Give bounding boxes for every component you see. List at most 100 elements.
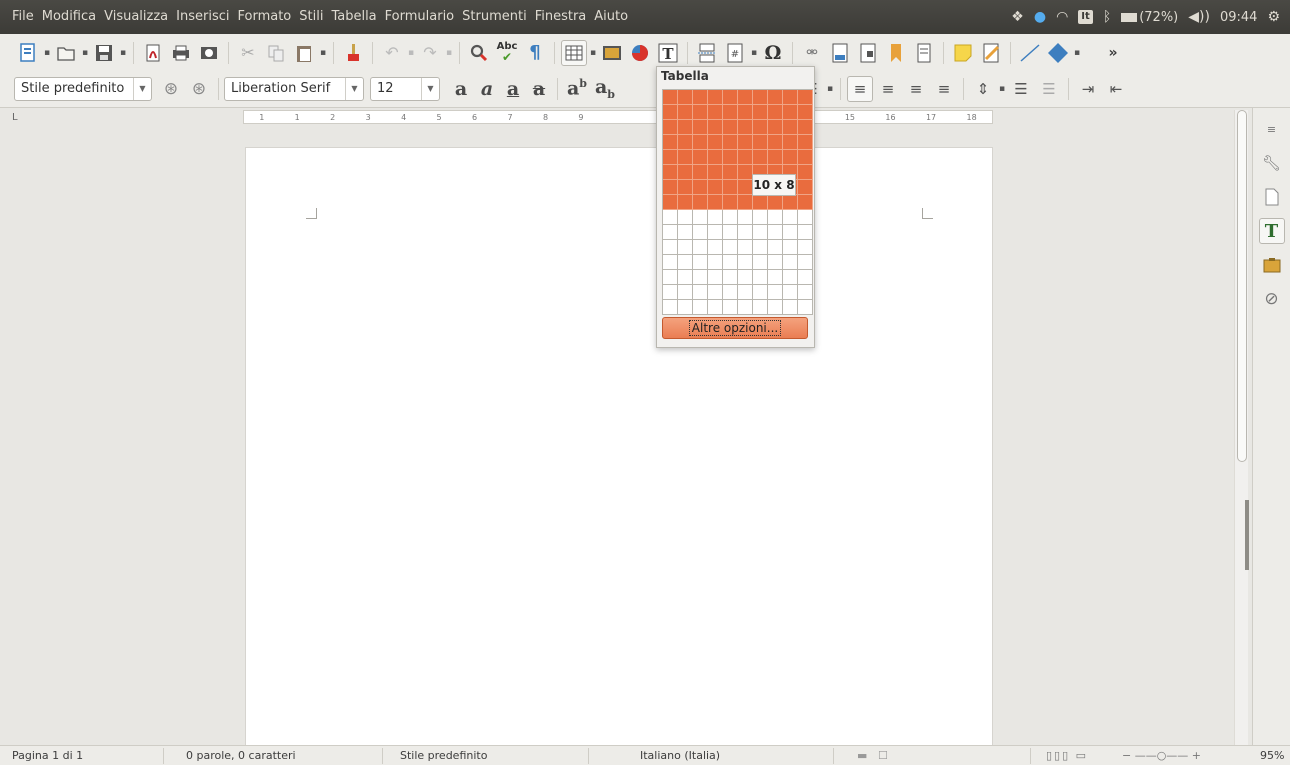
table-grid-cell[interactable]: [798, 210, 813, 225]
table-grid-cell[interactable]: [723, 300, 738, 315]
line-spacing-button[interactable]: ⇕: [970, 76, 996, 102]
table-grid-cell[interactable]: [663, 120, 678, 135]
align-left-button[interactable]: ≡: [847, 75, 873, 102]
document-page[interactable]: [245, 147, 993, 747]
table-grid-cell[interactable]: [663, 135, 678, 150]
vertical-scrollbar[interactable]: [1234, 110, 1249, 745]
table-grid-cell[interactable]: [783, 270, 798, 285]
table-grid-cell[interactable]: [798, 165, 813, 180]
table-grid-cell[interactable]: [798, 180, 813, 195]
table-grid-cell[interactable]: [783, 120, 798, 135]
battery-indicator[interactable]: (72%): [1121, 10, 1178, 25]
scrollbar-thumb[interactable]: [1237, 110, 1247, 462]
spelling-button[interactable]: Abc ✔: [494, 40, 520, 66]
table-grid-cell[interactable]: [723, 255, 738, 270]
table-grid-cell[interactable]: [723, 270, 738, 285]
table-grid-cell[interactable]: [753, 210, 768, 225]
table-grid-cell[interactable]: [768, 255, 783, 270]
chevron-down-icon[interactable]: ▪: [825, 84, 835, 94]
table-grid-cell[interactable]: [768, 270, 783, 285]
table-grid-cell[interactable]: [678, 120, 693, 135]
sidebar-splitter[interactable]: [1245, 500, 1249, 570]
table-grid-cell[interactable]: [753, 300, 768, 315]
endnote-button[interactable]: [855, 40, 881, 66]
comment-button[interactable]: [950, 40, 976, 66]
menu-formulario[interactable]: Formulario: [381, 0, 458, 34]
table-grid-cell[interactable]: [768, 120, 783, 135]
menu-formato[interactable]: Formato: [234, 0, 296, 34]
table-grid-cell[interactable]: [708, 285, 723, 300]
page-count[interactable]: Pagina 1 di 1: [12, 749, 83, 762]
table-grid-cell[interactable]: [693, 135, 708, 150]
table-grid-cell[interactable]: [783, 210, 798, 225]
table-grid-cell[interactable]: [693, 105, 708, 120]
redo-button[interactable]: ↷: [417, 40, 443, 66]
cross-reference-button[interactable]: [911, 40, 937, 66]
menu-modifica[interactable]: Modifica: [38, 0, 100, 34]
table-grid-cell[interactable]: [738, 195, 753, 210]
table-grid-cell[interactable]: [753, 255, 768, 270]
table-grid-cell[interactable]: [798, 105, 813, 120]
table-grid-cell[interactable]: [723, 225, 738, 240]
insert-mode-icon[interactable]: ▬: [857, 749, 867, 762]
table-grid-cell[interactable]: [723, 285, 738, 300]
table-grid-cell[interactable]: [768, 135, 783, 150]
font-size-combo[interactable]: 12 ▼: [370, 76, 440, 101]
horizontal-ruler[interactable]: 1 1 2 3 4 5 6 7 8 9 14 15 16 17 18: [243, 110, 993, 124]
table-grid-cell[interactable]: [663, 210, 678, 225]
table-grid-cell[interactable]: [783, 225, 798, 240]
table-grid-cell[interactable]: [738, 120, 753, 135]
table-grid-cell[interactable]: [783, 240, 798, 255]
table-grid-cell[interactable]: [693, 285, 708, 300]
table-grid-cell[interactable]: [708, 225, 723, 240]
table-grid-cell[interactable]: [783, 300, 798, 315]
sidebar-navigator-button[interactable]: ⊘: [1259, 286, 1285, 312]
new-document-button[interactable]: [15, 40, 41, 66]
menu-visualizza[interactable]: Visualizza: [100, 0, 172, 34]
clone-formatting-button[interactable]: [340, 40, 366, 66]
find-replace-button[interactable]: [466, 40, 492, 66]
word-count[interactable]: 0 parole, 0 caratteri: [186, 749, 296, 762]
table-grid-cell[interactable]: [723, 90, 738, 105]
chevron-down-icon[interactable]: ▪: [1072, 48, 1082, 58]
menu-tabella[interactable]: Tabella: [327, 0, 380, 34]
menu-inserisci[interactable]: Inserisci: [172, 0, 233, 34]
sidebar-gallery-button[interactable]: [1259, 252, 1285, 278]
more-options-button[interactable]: Altre opzioni...: [662, 317, 808, 339]
insert-image-button[interactable]: [599, 40, 625, 66]
table-grid-cell[interactable]: [663, 270, 678, 285]
bluetooth-icon[interactable]: ᛒ: [1103, 9, 1111, 25]
undo-button[interactable]: ↶: [379, 40, 405, 66]
table-grid-cell[interactable]: [798, 285, 813, 300]
formatting-marks-button[interactable]: ¶: [522, 40, 548, 66]
table-grid-cell[interactable]: [723, 150, 738, 165]
chevron-down-icon[interactable]: ▪: [444, 48, 454, 58]
table-grid-cell[interactable]: [663, 240, 678, 255]
table-grid-cell[interactable]: [663, 90, 678, 105]
new-style-button[interactable]: ⊛: [186, 76, 212, 102]
insert-table-button[interactable]: [561, 39, 587, 66]
table-grid-cell[interactable]: [783, 255, 798, 270]
table-grid-cell[interactable]: [723, 165, 738, 180]
table-grid-cell[interactable]: [678, 180, 693, 195]
table-grid-cell[interactable]: [693, 180, 708, 195]
table-grid-cell[interactable]: [723, 135, 738, 150]
table-grid-cell[interactable]: [798, 225, 813, 240]
table-grid-cell[interactable]: [693, 150, 708, 165]
table-grid-cell[interactable]: [798, 270, 813, 285]
table-grid-cell[interactable]: [678, 240, 693, 255]
table-grid-cell[interactable]: [678, 285, 693, 300]
table-grid-cell[interactable]: [663, 105, 678, 120]
chevron-down-icon[interactable]: ▪: [749, 48, 759, 58]
basic-shapes-button[interactable]: [1045, 40, 1071, 66]
table-grid-cell[interactable]: [738, 300, 753, 315]
table-grid-cell[interactable]: [693, 90, 708, 105]
menu-aiuto[interactable]: Aiuto: [590, 0, 632, 34]
table-grid-cell[interactable]: [753, 150, 768, 165]
table-grid-cell[interactable]: [723, 180, 738, 195]
table-grid-cell[interactable]: [738, 285, 753, 300]
decrease-spacing-button[interactable]: ☰: [1036, 76, 1062, 102]
track-changes-button[interactable]: [978, 40, 1004, 66]
table-grid-cell[interactable]: [723, 210, 738, 225]
justify-button[interactable]: ≡: [931, 76, 957, 102]
